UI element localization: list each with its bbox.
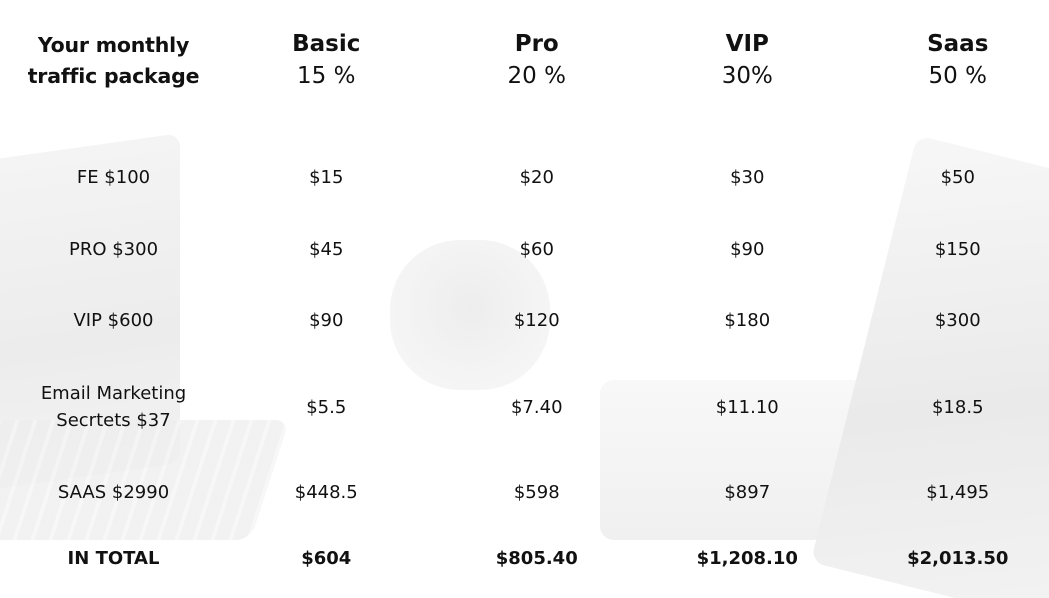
table-cell: $60 [519, 238, 554, 260]
row-label: SAAS $2990 [57, 481, 170, 503]
table-cell: $1,495 [926, 481, 990, 503]
corner-label: Your monthly traffic package [27, 33, 200, 88]
header-corner-cell: Your monthly traffic package [6, 0, 221, 150]
plan-name: Pro [514, 31, 559, 57]
table-row: PRO $300 $45 $60 $90 $150 [6, 205, 1049, 293]
plan-percent: 15 % [297, 63, 356, 89]
table-cell: $7.40 [510, 396, 563, 418]
plan-header-basic: Basic 15 % [221, 0, 432, 150]
table-cell: $180 [724, 310, 771, 331]
plan-name: Saas [927, 31, 989, 57]
table-cell: $120 [513, 310, 560, 331]
table-cell: $598 [513, 481, 560, 503]
plan-percent: 50 % [928, 63, 987, 89]
table-cell: $20 [519, 167, 554, 188]
table-row: FE $100 $15 $20 $30 $50 [6, 150, 1049, 205]
row-label-cell: Email Marketing Secrtets $37 [6, 348, 221, 466]
table-row: VIP $600 $90 $120 $180 $300 [6, 293, 1049, 348]
plan-percent: 30% [721, 63, 773, 89]
row-label: PRO $300 [68, 238, 159, 260]
table-cell: $11.10 [715, 396, 779, 418]
plan-header-vip: VIP 30% [642, 0, 853, 150]
table-cell: $300 [934, 310, 981, 331]
table-cell: $18.5 [931, 396, 984, 418]
table-cell: $448.5 [294, 481, 358, 503]
total-row: IN TOTAL $604 $805.40 $1,208.10 $2,013.5… [6, 518, 1049, 598]
row-label: VIP $600 [73, 310, 154, 331]
plan-percent: 20 % [507, 63, 566, 89]
table-cell: $50 [940, 167, 975, 188]
table-row: SAAS $2990 $448.5 $598 $897 $1,495 [6, 466, 1049, 518]
table-cell: $90 [730, 238, 765, 260]
total-label: IN TOTAL [67, 547, 160, 569]
total-cell: $1,208.10 [696, 547, 798, 569]
row-label: Email Marketing Secrtets $37 [40, 383, 187, 431]
table-cell: $90 [309, 310, 344, 331]
plan-name: VIP [725, 31, 769, 57]
total-cell: $604 [301, 547, 352, 569]
table-cell: $5.5 [306, 396, 347, 418]
table-cell: $150 [934, 238, 981, 260]
plan-header-saas: Saas 50 % [853, 0, 1049, 150]
table-header-row: Your monthly traffic package Basic 15 % … [6, 0, 1049, 150]
table-cell: $15 [309, 167, 344, 188]
table-row: Email Marketing Secrtets $37 $5.5 $7.40 … [6, 348, 1049, 466]
plan-name: Basic [292, 31, 361, 57]
row-label: FE $100 [76, 167, 151, 188]
table-cell: $45 [309, 238, 344, 260]
table-cell: $30 [730, 167, 765, 188]
plan-header-pro: Pro 20 % [432, 0, 643, 150]
commission-table: Your monthly traffic package Basic 15 % … [6, 0, 1049, 598]
table-cell: $897 [724, 481, 771, 503]
total-cell: $2,013.50 [907, 547, 1009, 569]
total-cell: $805.40 [495, 547, 578, 569]
